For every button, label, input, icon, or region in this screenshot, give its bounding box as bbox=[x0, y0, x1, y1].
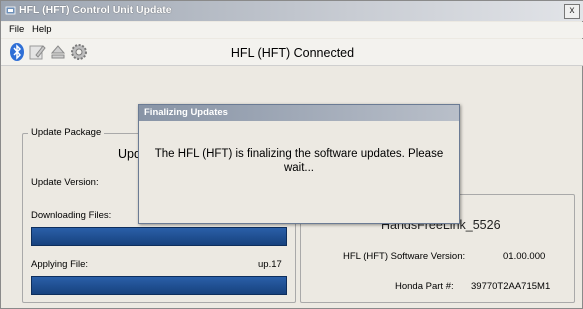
dialog-title-bar[interactable]: Finalizing Updates bbox=[139, 105, 459, 121]
connection-status: HFL (HFT) Connected bbox=[230, 46, 355, 60]
dialog-title: Finalizing Updates bbox=[144, 107, 228, 118]
downloading-label: Downloading Files: bbox=[31, 210, 112, 221]
part-number-value: 39770T2AA715M1 bbox=[471, 281, 551, 292]
dialog-message: The HFL (HFT) is finalizing the software… bbox=[154, 148, 444, 174]
menu-help[interactable]: Help bbox=[32, 24, 52, 35]
software-version-label: HFL (HFT) Software Version: bbox=[343, 251, 466, 262]
update-version-label: Update Version: bbox=[31, 177, 99, 188]
title-bar[interactable]: HFL (HFT) Control Unit Update x bbox=[1, 1, 583, 21]
finalizing-dialog: Finalizing Updates The HFL (HFT) is fina… bbox=[138, 104, 460, 224]
downloading-progress-bar bbox=[31, 227, 287, 246]
applying-progress-bar bbox=[31, 276, 287, 295]
software-version-value: 01.00.000 bbox=[503, 251, 546, 262]
menu-file[interactable]: File bbox=[9, 24, 24, 35]
close-button[interactable]: x bbox=[564, 4, 580, 19]
menu-bar: File Help bbox=[1, 22, 583, 38]
main-window: HFL (HFT) Control Unit Update x File Hel… bbox=[0, 0, 583, 309]
window-title: HFL (HFT) Control Unit Update bbox=[19, 4, 172, 16]
applying-label: Applying File: bbox=[31, 259, 89, 270]
app-icon bbox=[5, 6, 16, 15]
part-number-label: Honda Part #: bbox=[395, 281, 454, 292]
update-package-label: Update Package bbox=[28, 127, 105, 138]
applying-file-value: up.17 bbox=[258, 259, 282, 270]
